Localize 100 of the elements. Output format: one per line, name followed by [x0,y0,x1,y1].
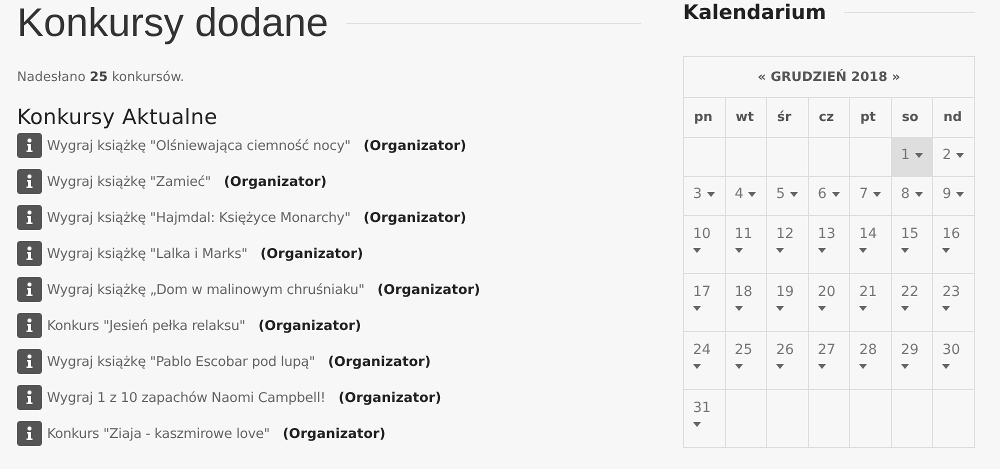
day-number: 29 [900,342,919,358]
day-number: 20 [818,284,836,300]
day-cell[interactable]: 20 [808,274,850,332]
day-cell[interactable]: 15 [891,216,933,274]
caret-icon[interactable] [900,248,909,253]
day-cell[interactable]: 19 [766,274,808,332]
caret-icon[interactable] [859,306,868,311]
day-cell[interactable]: 12 [766,216,808,274]
day-number: 7 [859,186,868,202]
caret-icon[interactable] [748,192,756,196]
day-cell[interactable]: 1 [891,138,933,176]
caret-icon[interactable] [956,192,964,196]
caret-icon[interactable] [818,306,826,311]
day-cell[interactable]: 25 [725,332,767,390]
day-cell[interactable]: 3 [684,176,726,216]
info-icon[interactable] [17,133,42,158]
next-month-link[interactable]: » [892,70,900,84]
info-icon[interactable] [17,205,42,230]
info-icon[interactable] [17,169,42,194]
day-cell[interactable]: 30 [932,332,974,390]
day-cell[interactable]: 8 [891,176,933,216]
caret-icon[interactable] [693,364,701,369]
day-cell[interactable]: 11 [725,216,767,274]
caret-icon[interactable] [914,152,923,158]
day-cell[interactable]: 4 [725,176,767,216]
day-cell[interactable]: 28 [850,332,892,390]
day-cell[interactable]: 18 [725,274,767,332]
contest-link[interactable]: Wygraj książkę "Pablo Escobar pod lupą" [47,354,315,370]
info-icon[interactable] [17,349,42,374]
caret-icon[interactable] [900,364,909,369]
day-cell[interactable]: 23 [932,274,974,332]
caret-icon[interactable] [776,364,784,369]
caret-icon[interactable] [734,364,743,369]
day-cell[interactable]: 9 [932,176,974,216]
caret-icon[interactable] [818,364,826,369]
contest-link[interactable]: Wygraj książkę „Dom w malinowym chruśniaku" [47,282,364,298]
caret-icon[interactable] [832,192,840,196]
day-cell[interactable]: 6 [808,176,850,216]
day-number: 25 [734,342,752,358]
day-cell[interactable]: 24 [684,332,726,390]
day-number: 28 [859,342,878,358]
caret-icon[interactable] [693,248,701,253]
day-number: 12 [776,226,794,242]
caret-icon[interactable] [859,364,868,369]
day-cell[interactable]: 17 [684,274,726,332]
day-number: 8 [900,186,910,202]
caret-icon[interactable] [693,306,701,311]
contest-link[interactable]: Wygraj książkę "Hajmdal: Księżyce Monarchy" [47,210,350,226]
day-number: 10 [693,226,711,242]
caret-icon[interactable] [818,248,826,253]
caret-icon[interactable] [942,306,950,311]
info-icon[interactable] [17,421,42,446]
day-cell[interactable]: 13 [808,216,850,274]
caret-icon[interactable] [942,364,950,369]
weekday-label: pn [694,110,713,125]
day-cell[interactable]: 5 [766,176,808,216]
caret-icon[interactable] [914,192,923,196]
caret-icon[interactable] [776,248,784,253]
caret-icon[interactable] [956,152,964,158]
caret-icon[interactable] [873,192,882,196]
prev-month-link[interactable]: « [758,70,766,84]
caret-icon[interactable] [790,192,798,196]
day-cell[interactable]: 14 [850,216,892,274]
contest-link[interactable]: Konkurs "Jesień pełka relaksu" [47,318,246,334]
caret-icon[interactable] [900,306,909,311]
caret-icon[interactable] [734,306,743,311]
day-cell[interactable]: 16 [932,216,974,274]
info-icon[interactable] [17,277,42,302]
info-icon[interactable] [17,313,42,338]
caret-icon[interactable] [693,422,701,427]
caret-icon[interactable] [706,192,715,196]
day-cell[interactable]: 26 [766,332,808,390]
contest-link[interactable]: Wygraj książkę "Olśniewająca ciemność nocy" [47,138,350,154]
caret-icon[interactable] [734,248,743,253]
day-number: 17 [693,284,711,300]
day-cell[interactable]: 21 [850,274,892,332]
day-number: 31 [693,400,711,416]
day-cell[interactable]: 27 [808,332,850,390]
contest-link[interactable]: Wygraj książkę "Zamieć" [47,174,211,190]
contest-link[interactable]: Wygraj 1 z 10 zapachów Naomi Campbell! [47,390,326,406]
day-number: 26 [776,342,794,358]
day-cell[interactable]: 7 [850,176,892,216]
organizer-label: (Organizator) [377,282,480,298]
day-cell[interactable]: 29 [891,332,933,390]
caret-icon[interactable] [942,248,950,253]
day-number: 15 [900,226,919,242]
weekday-label: śr [777,110,792,125]
day-cell[interactable]: 10 [684,216,726,274]
contest-link[interactable]: Konkurs "Ziaja - kaszmirowe love" [47,426,270,442]
info-icon[interactable] [17,385,42,410]
day-cell[interactable]: 2 [932,138,974,176]
organizer-label: (Organizator) [364,138,466,154]
weekday-label: cz [818,110,834,125]
contest-link[interactable]: Wygraj książkę "Lalka i Marks" [47,246,248,262]
day-cell[interactable]: 22 [891,274,933,332]
day-cell[interactable]: 31 [684,390,726,448]
caret-icon[interactable] [776,306,784,311]
organizer-label: (Organizator) [282,426,386,442]
info-icon[interactable] [17,241,42,266]
caret-icon[interactable] [859,248,868,253]
